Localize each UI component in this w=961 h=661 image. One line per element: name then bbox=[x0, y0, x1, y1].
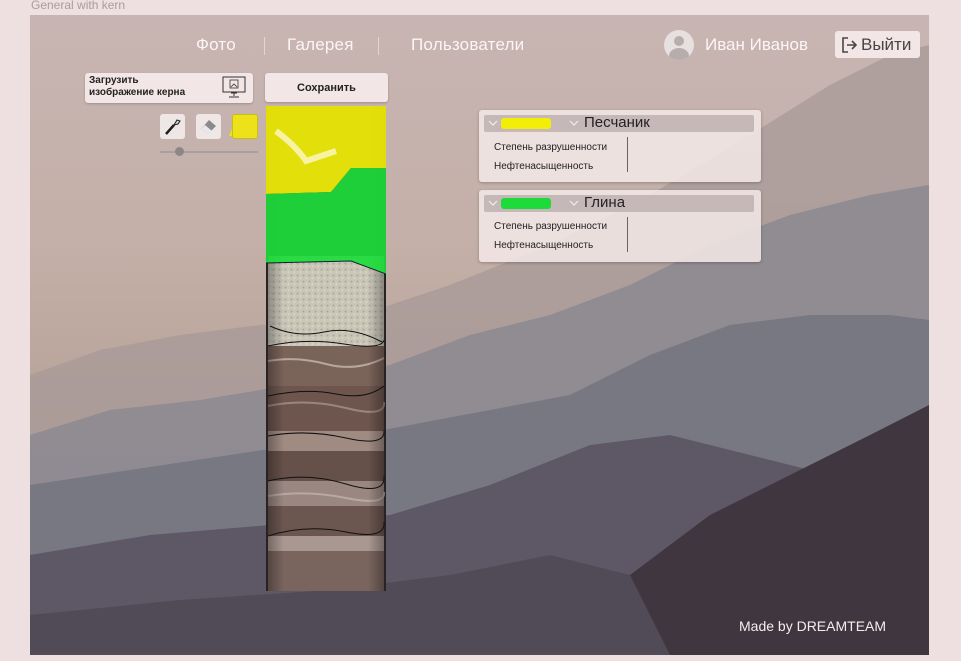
chevron-down-icon[interactable] bbox=[568, 118, 580, 128]
core-image-canvas[interactable] bbox=[266, 106, 386, 591]
chevron-down-icon[interactable] bbox=[487, 198, 499, 208]
layer-prop-destruction: Степень разрушенности bbox=[494, 221, 608, 232]
logout-icon bbox=[842, 36, 858, 53]
logout-label: Выйти bbox=[861, 34, 912, 54]
layer-header[interactable]: Глина bbox=[484, 194, 754, 212]
layer-name: Глина bbox=[584, 194, 626, 211]
user-profile[interactable]: Иван Иванов bbox=[664, 30, 808, 60]
save-button[interactable]: Сохранить bbox=[265, 73, 388, 102]
nav-link-users[interactable]: Пользователи bbox=[411, 35, 524, 55]
nav-divider bbox=[264, 37, 265, 55]
eraser-tool-button[interactable] bbox=[196, 114, 221, 139]
eraser-icon bbox=[201, 120, 216, 134]
chevron-down-icon[interactable] bbox=[487, 118, 499, 128]
chevron-down-icon[interactable] bbox=[568, 198, 580, 208]
user-name: Иван Иванов bbox=[705, 35, 809, 54]
layer-color-chip[interactable] bbox=[501, 118, 551, 129]
nav-link-gallery[interactable]: Галерея bbox=[287, 35, 354, 55]
upload-label: Загрузить изображение керна bbox=[89, 75, 186, 98]
layer-prop-oil-saturation: Нефтенасыщенность bbox=[494, 161, 594, 172]
active-color-swatch[interactable] bbox=[232, 114, 258, 139]
footer-credit: Made by DREAMTEAM bbox=[739, 618, 887, 634]
prop-divider bbox=[627, 217, 628, 252]
layer-card-clay[interactable]: Глина Степень разрушенности Нефтенасыщен… bbox=[479, 190, 761, 262]
layer-prop-oil-saturation: Нефтенасыщенность bbox=[494, 240, 594, 251]
frame-label: General with kern bbox=[31, 0, 126, 12]
logout-button[interactable]: Выйти bbox=[835, 31, 920, 58]
image-upload-icon bbox=[222, 76, 246, 98]
brush-tool-button[interactable] bbox=[160, 114, 185, 139]
nav-link-photo[interactable]: Фото bbox=[196, 35, 236, 55]
layer-card-sandstone[interactable]: Песчаник Степень разрушенности Нефтенасы… bbox=[479, 110, 761, 182]
brush-icon bbox=[165, 119, 181, 135]
layer-name: Песчаник bbox=[584, 114, 650, 131]
user-avatar-icon bbox=[664, 30, 694, 60]
layer-header[interactable]: Песчаник bbox=[484, 114, 754, 132]
prop-divider bbox=[627, 137, 628, 172]
upload-core-image-button[interactable]: Загрузить изображение керна bbox=[85, 73, 253, 103]
layer-color-chip[interactable] bbox=[501, 198, 551, 209]
nav-divider bbox=[378, 37, 379, 55]
app-window: Фото Галерея Пользователи Иван Иванов Вы… bbox=[30, 15, 929, 655]
layer-prop-destruction: Степень разрушенности bbox=[494, 142, 608, 153]
